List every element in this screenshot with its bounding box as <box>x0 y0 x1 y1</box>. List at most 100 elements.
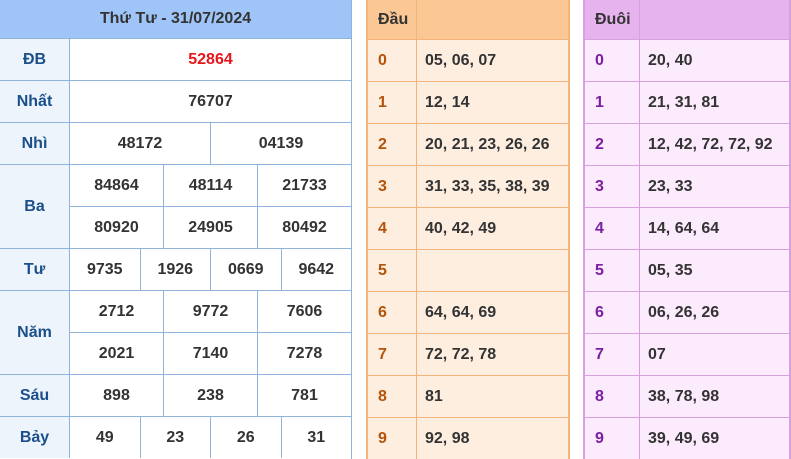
dau-header: Đầu <box>368 0 568 39</box>
duoi-numbers: 20, 40 <box>648 51 693 69</box>
prize-values: 52864 <box>70 39 351 80</box>
prize-number: 26 <box>210 417 281 458</box>
prize-line: 2021 7140 7278 <box>70 332 351 374</box>
dau-table: Đầu 0 05, 06, 07 1 12, 14 2 20, 21, 23, 26, 2… <box>366 0 570 459</box>
prize-line: 898 238 781 <box>70 375 351 416</box>
prize-number: 21733 <box>257 165 351 206</box>
dau-row: 4 40, 42, 49 <box>368 207 568 249</box>
prize-line: 84864 48114 21733 <box>70 165 351 206</box>
prize-number: 898 <box>103 386 130 404</box>
prize-number: 80492 <box>257 207 351 248</box>
prize-rows: ĐB 52864 Nhất 76707 Nhì 48172 04139 Ba 84864 4811… <box>0 39 351 458</box>
duoi-row: 1 21, 31, 81 <box>585 81 789 123</box>
prize-number: 9735 <box>86 260 123 278</box>
prize-label: Tư <box>0 249 70 290</box>
prize-number: 9642 <box>280 249 352 290</box>
duoi-numbers: 38, 78, 98 <box>648 387 720 405</box>
prize-label: Nhì <box>0 123 70 164</box>
duoi-row: 6 06, 26, 26 <box>585 291 789 333</box>
prize-number: 238 <box>163 375 257 416</box>
duoi-header-label: Đuôi <box>585 0 640 39</box>
duoi-numbers: 07 <box>648 345 666 363</box>
dau-numbers: 64, 64, 69 <box>425 303 497 321</box>
duoi-numbers: 14, 64, 64 <box>648 219 720 237</box>
prize-number: 24905 <box>163 207 257 248</box>
dau-rows: 0 05, 06, 07 1 12, 14 2 20, 21, 23, 26, 26 3 31… <box>368 39 568 459</box>
prize-number: 7278 <box>257 333 351 374</box>
duoi-header: Đuôi <box>585 0 789 39</box>
prize-row: Năm 2712 9772 7606 2021 7140 7278 <box>0 291 351 375</box>
duoi-numbers: 23, 33 <box>648 177 693 195</box>
prize-label: ĐB <box>0 39 70 80</box>
prize-line: 80920 24905 80492 <box>70 206 351 248</box>
duoi-digit: 9 <box>585 418 640 459</box>
prize-number: 9772 <box>163 291 257 332</box>
results-date-header: Thứ Tư - 31/07/2024 <box>0 0 351 39</box>
prize-number: 48172 <box>117 134 163 152</box>
duoi-row: 9 39, 49, 69 <box>585 417 789 459</box>
duoi-digit: 6 <box>585 292 640 333</box>
dau-numbers: 81 <box>425 387 443 405</box>
prize-number: 80920 <box>94 218 139 236</box>
prize-values: 49 23 26 31 <box>70 417 351 458</box>
prize-label: Bảy <box>0 417 70 458</box>
duoi-digit: 5 <box>585 250 640 291</box>
dau-row: 0 05, 06, 07 <box>368 39 568 81</box>
prize-values: 2712 9772 7606 2021 7140 7278 <box>70 291 351 374</box>
prize-values: 48172 04139 <box>70 123 351 164</box>
results-date-title: Thứ Tư - 31/07/2024 <box>99 10 252 27</box>
prize-label: Năm <box>0 291 70 374</box>
duoi-numbers: 12, 42, 72, 72, 92 <box>648 135 773 153</box>
dau-numbers: 20, 21, 23, 26, 26 <box>425 135 550 153</box>
dau-digit: 5 <box>368 250 417 291</box>
duoi-table: Đuôi 0 20, 40 1 21, 31, 81 2 12, 42, 72, 72, … <box>583 0 791 459</box>
duoi-digit: 3 <box>585 166 640 207</box>
prize-line: 2712 9772 7606 <box>70 291 351 332</box>
duoi-row: 3 23, 33 <box>585 165 789 207</box>
duoi-numbers: 05, 35 <box>648 261 693 279</box>
dau-numbers: 40, 42, 49 <box>425 219 497 237</box>
dau-numbers: 92, 98 <box>425 429 470 447</box>
prize-row: Tư 9735 1926 0669 9642 <box>0 249 351 291</box>
dau-header-blank <box>417 0 568 39</box>
duoi-digit: 2 <box>585 124 640 165</box>
prize-number: 2021 <box>98 344 135 362</box>
prize-row: Ba 84864 48114 21733 80920 24905 80492 <box>0 165 351 249</box>
duoi-row: 4 14, 64, 64 <box>585 207 789 249</box>
dau-row: 8 81 <box>368 375 568 417</box>
dau-header-label: Đầu <box>368 0 417 39</box>
dau-row: 3 31, 33, 35, 38, 39 <box>368 165 568 207</box>
prize-number: 2712 <box>98 302 135 320</box>
prize-line: 49 23 26 31 <box>70 417 351 458</box>
prize-line: 48172 04139 <box>70 123 351 164</box>
prize-values: 76707 <box>70 81 351 122</box>
duoi-row: 8 38, 78, 98 <box>585 375 789 417</box>
dau-digit: 2 <box>368 124 417 165</box>
dau-digit: 3 <box>368 166 417 207</box>
dau-row: 9 92, 98 <box>368 417 568 459</box>
dau-row: 5 <box>368 249 568 291</box>
prize-number: 04139 <box>210 123 351 164</box>
prize-line: 52864 <box>70 39 351 80</box>
prize-number: 781 <box>257 375 351 416</box>
prize-number: 48114 <box>163 165 257 206</box>
prize-row: Nhì 48172 04139 <box>0 123 351 165</box>
prize-line: 9735 1926 0669 9642 <box>70 249 351 290</box>
dau-digit: 9 <box>368 418 417 459</box>
prize-number: 0669 <box>210 249 281 290</box>
prize-row: Bảy 49 23 26 31 <box>0 417 351 458</box>
prize-values: 898 238 781 <box>70 375 351 416</box>
dau-digit: 4 <box>368 208 417 249</box>
prize-number: 7606 <box>257 291 351 332</box>
prize-number: 49 <box>95 428 114 446</box>
dau-numbers: 12, 14 <box>425 93 470 111</box>
duoi-row: 2 12, 42, 72, 72, 92 <box>585 123 789 165</box>
prize-line: 76707 <box>70 81 351 122</box>
prize-label: Ba <box>0 165 70 248</box>
duoi-numbers: 21, 31, 81 <box>648 93 720 111</box>
prize-number: 84864 <box>94 176 139 194</box>
duoi-digit: 1 <box>585 82 640 123</box>
duoi-row: 7 07 <box>585 333 789 375</box>
dau-row: 7 72, 72, 78 <box>368 333 568 375</box>
dau-digit: 7 <box>368 334 417 375</box>
